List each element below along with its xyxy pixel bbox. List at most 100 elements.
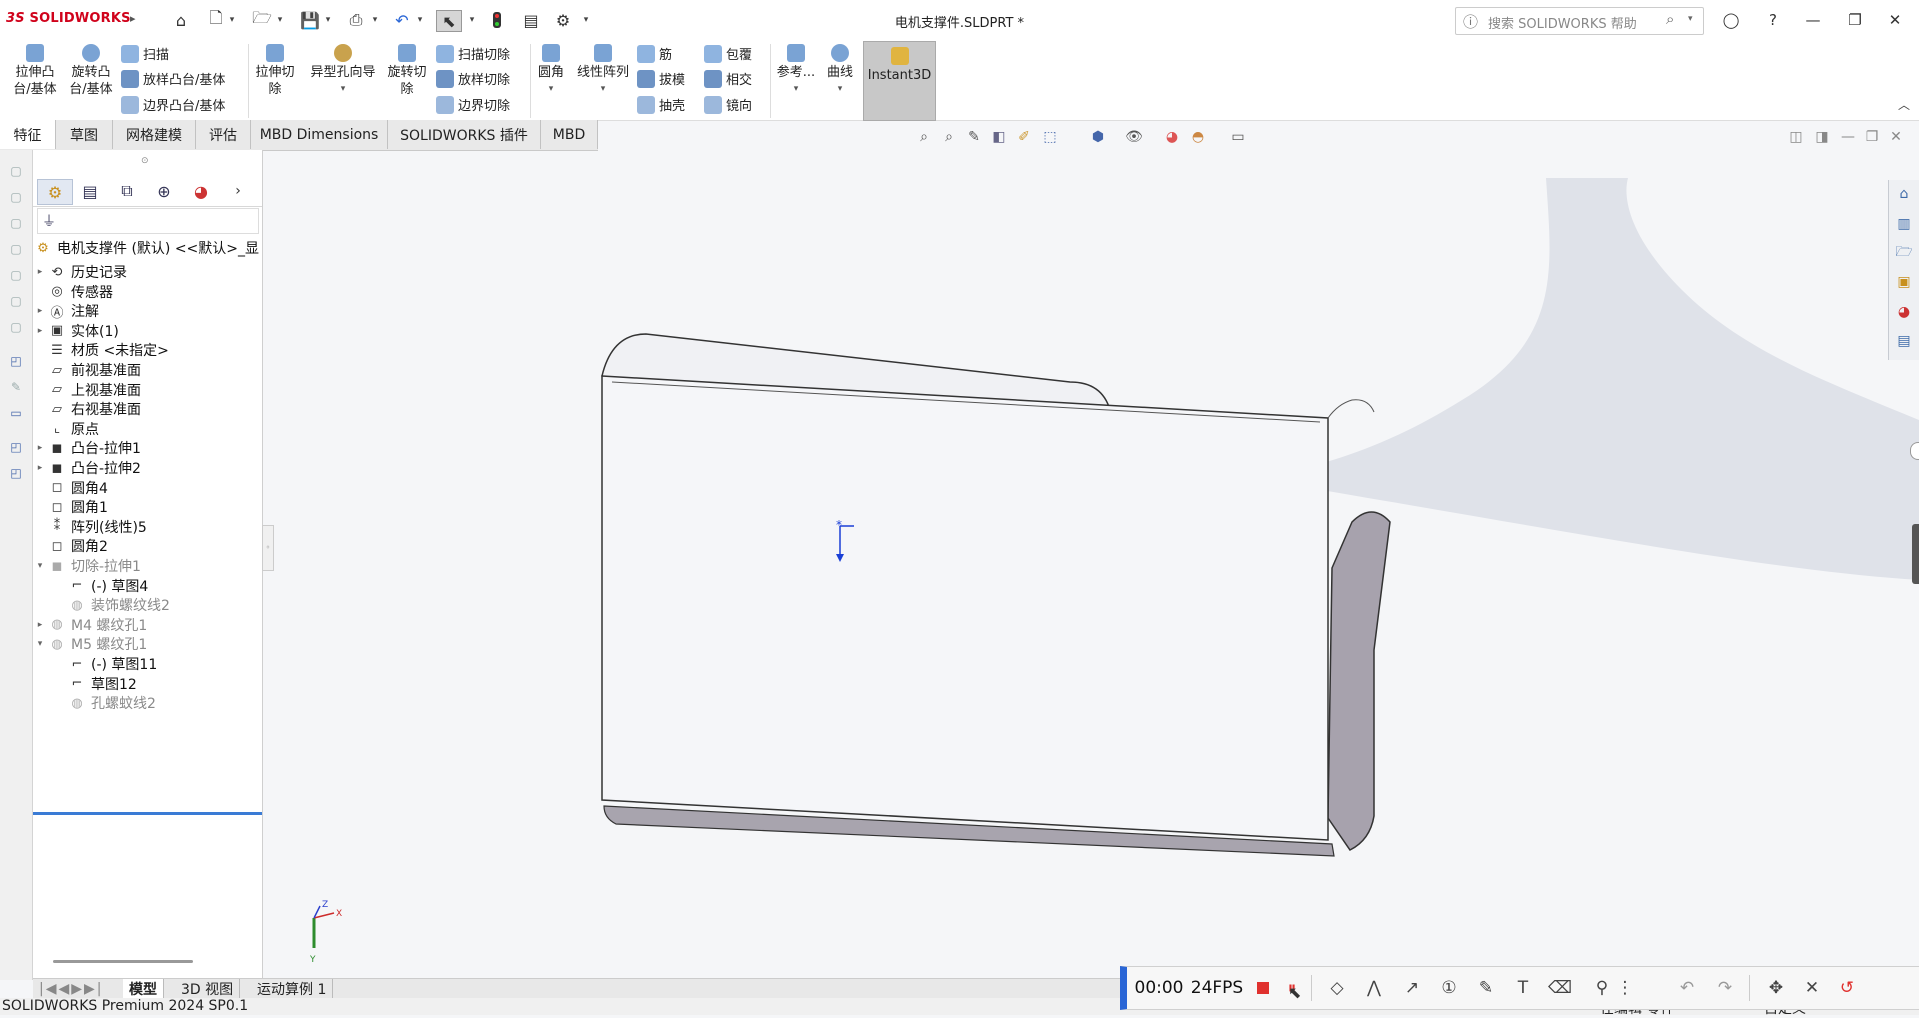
- redo-icon[interactable]: ↷: [1710, 976, 1740, 1000]
- search-icon[interactable]: ⌕: [1666, 10, 1674, 28]
- shape-tool-icon[interactable]: ◇: [1322, 976, 1352, 1000]
- configuration-manager-tab-icon[interactable]: ⧉: [110, 179, 144, 203]
- toolbar-icon[interactable]: ▭: [6, 406, 26, 424]
- section-view-icon[interactable]: ◧: [989, 127, 1009, 147]
- loft-cut-button[interactable]: 放样切除: [436, 69, 510, 88]
- custom-properties-icon[interactable]: ▤: [1893, 330, 1915, 352]
- close-button[interactable]: ✕: [1880, 8, 1910, 32]
- side-scroll-handle[interactable]: [1912, 524, 1919, 584]
- tab-evaluate[interactable]: 评估: [196, 120, 251, 149]
- previous-view-icon[interactable]: ✎: [964, 127, 984, 147]
- boundary-cut-button[interactable]: 边界切除: [436, 95, 510, 114]
- home-icon[interactable]: ⌂: [169, 10, 193, 30]
- toolbar-icon[interactable]: ▢: [6, 294, 26, 312]
- chevron-down-icon[interactable]: ▾: [275, 10, 285, 30]
- file-explorer-icon[interactable]: 🗁: [1893, 242, 1915, 264]
- expand-arrow-icon[interactable]: ▸: [33, 267, 47, 277]
- instant3d-button[interactable]: Instant3D: [863, 41, 936, 121]
- solidworks-logo[interactable]: 3S SOLIDWORKS: [6, 11, 131, 26]
- chevron-down-icon[interactable]: ▾: [601, 81, 606, 98]
- chevron-down-icon[interactable]: ▾: [415, 10, 425, 30]
- arrow-tool-icon[interactable]: ↗: [1397, 976, 1427, 1000]
- tab-mbd-dimensions[interactable]: MBD Dimensions: [251, 120, 388, 149]
- select-icon[interactable]: ⬉: [436, 10, 462, 32]
- extrude-cut-button[interactable]: 拉伸切 除: [252, 44, 298, 98]
- horizontal-scrollbar[interactable]: [53, 960, 193, 963]
- shell-button[interactable]: 抽壳: [637, 95, 685, 114]
- tab-3d-views[interactable]: 3D 视图: [175, 979, 241, 999]
- toolbar-icon[interactable]: ▢: [6, 216, 26, 234]
- zoom-to-fit-icon[interactable]: ⌕: [914, 127, 934, 147]
- chevron-down-icon[interactable]: ▾: [227, 10, 237, 30]
- save-icon[interactable]: 💾: [298, 10, 322, 30]
- toolbar-icon[interactable]: ◰: [6, 354, 26, 372]
- fillet-button[interactable]: 圆角 ▾: [533, 44, 569, 98]
- box-part-model[interactable]: [601, 333, 1391, 857]
- zoom-area-icon[interactable]: ⌕: [939, 127, 959, 147]
- toolbar-icon[interactable]: ◰: [6, 440, 26, 458]
- sweep-cut-button[interactable]: 扫描切除: [436, 44, 510, 63]
- intersect-button[interactable]: 相交: [704, 69, 752, 88]
- chevron-down-icon[interactable]: ▾: [549, 81, 554, 98]
- spotlight-tool-icon[interactable]: ⚲: [1587, 976, 1617, 1000]
- appearances-icon[interactable]: ◕: [1893, 301, 1915, 323]
- chevron-down-icon[interactable]: ▾: [794, 81, 799, 98]
- view-settings-icon[interactable]: ▭: [1228, 127, 1248, 147]
- stop-recording-button[interactable]: [1251, 976, 1275, 1000]
- new-document-icon[interactable]: 🗋: [204, 8, 228, 30]
- apply-scene-icon[interactable]: ◓: [1188, 127, 1208, 147]
- resources-home-icon[interactable]: ⌂: [1893, 183, 1915, 205]
- view-palette-icon[interactable]: ▣: [1893, 271, 1915, 293]
- sweep-button[interactable]: 扫描: [121, 44, 169, 63]
- revolve-boss-button[interactable]: 旋转凸 台/基体: [64, 44, 118, 98]
- hide-show-items-icon[interactable]: 👁: [1124, 127, 1144, 147]
- feature-manager-tab-icon[interactable]: ⚙: [37, 179, 73, 205]
- chevron-down-icon[interactable]: ▾: [323, 10, 333, 30]
- collapse-arrow-icon[interactable]: ▾: [33, 639, 47, 649]
- boundary-boss-button[interactable]: 边界凸台/基体: [121, 95, 225, 114]
- rib-button[interactable]: 筋: [637, 44, 672, 63]
- display-style-icon[interactable]: ⬢: [1088, 127, 1108, 147]
- reset-recording-icon[interactable]: ↺: [1832, 976, 1862, 1000]
- design-library-icon[interactable]: ▥: [1893, 213, 1915, 235]
- expand-arrow-icon[interactable]: ▸: [33, 326, 47, 336]
- viewport-split-icon[interactable]: ◫: [1786, 127, 1806, 147]
- eraser-tool-icon[interactable]: ⌫: [1545, 976, 1575, 1000]
- user-account-icon[interactable]: ◯: [1716, 8, 1746, 32]
- rollback-bar[interactable]: [33, 812, 262, 815]
- revolve-cut-button[interactable]: 旋转切 除: [384, 44, 430, 98]
- number-marker-icon[interactable]: ①: [1434, 976, 1464, 1000]
- toolbar-icon[interactable]: ◰: [6, 466, 26, 484]
- gear-icon[interactable]: ⚙: [551, 10, 575, 30]
- toolbar-icon[interactable]: ▢: [6, 190, 26, 208]
- chevron-down-icon[interactable]: ▾: [341, 81, 346, 98]
- expand-arrow-icon[interactable]: ▸: [33, 306, 47, 316]
- mirror-button[interactable]: 镜向: [704, 95, 752, 114]
- extrude-boss-button[interactable]: 拉伸凸 台/基体: [8, 44, 62, 98]
- chevron-down-icon[interactable]: ▾: [467, 10, 477, 30]
- text-tool-icon[interactable]: T: [1508, 976, 1538, 1000]
- tree-root[interactable]: ⚙ 电机支撑件 (默认) <<默认>_显: [33, 236, 259, 260]
- tab-mesh-modeling[interactable]: 网格建模: [113, 120, 196, 149]
- undo-icon[interactable]: ↶: [390, 10, 414, 30]
- expand-arrow-icon[interactable]: ▸: [33, 443, 47, 453]
- task-pane-expand-handle[interactable]: [1910, 442, 1919, 460]
- graphics-area[interactable]: * Z X Y: [262, 150, 1919, 980]
- draft-button[interactable]: 拔模: [637, 69, 685, 88]
- file-properties-icon[interactable]: ▤: [519, 10, 543, 30]
- help-question-icon[interactable]: ?: [1758, 8, 1788, 32]
- restore-button[interactable]: ❐: [1840, 8, 1870, 32]
- tab-model[interactable]: 模型: [123, 979, 164, 999]
- toolbar-icon[interactable]: ▢: [6, 242, 26, 260]
- linear-pattern-button[interactable]: 线性阵列 ▾: [572, 44, 634, 98]
- toolbar-icon[interactable]: ▢: [6, 164, 26, 182]
- move-toolbar-icon[interactable]: ✥: [1761, 976, 1791, 1000]
- tree-item[interactable]: ◍ 孔螺蚊线2: [53, 691, 156, 715]
- expand-arrow-icon[interactable]: ▸: [33, 620, 47, 630]
- tab-motion-study[interactable]: 运动算例 1: [251, 979, 334, 999]
- menu-expand-icon[interactable]: ▸: [130, 12, 136, 25]
- edit-appearance-icon[interactable]: ◕: [1162, 127, 1182, 147]
- property-manager-tab-icon[interactable]: ▤: [73, 179, 107, 203]
- display-manager-tab-icon[interactable]: ◕: [184, 179, 218, 203]
- toolbar-icon[interactable]: ✎: [6, 380, 26, 398]
